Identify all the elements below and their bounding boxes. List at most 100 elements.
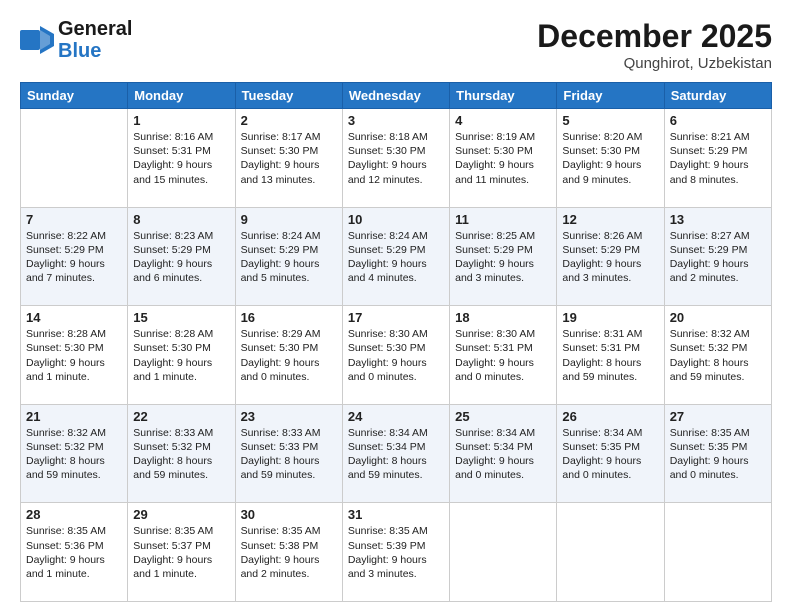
calendar-cell bbox=[21, 109, 128, 208]
calendar-cell: 14 Sunrise: 8:28 AMSunset: 5:30 PMDayligh… bbox=[21, 306, 128, 405]
page: General Blue December 2025 Qunghirot, Uz… bbox=[0, 0, 792, 612]
calendar-cell: 10 Sunrise: 8:24 AMSunset: 5:29 PMDayligh… bbox=[342, 207, 449, 306]
day-number: 8 bbox=[133, 212, 229, 227]
cell-info: Sunrise: 8:25 AMSunset: 5:29 PMDaylight:… bbox=[455, 229, 551, 286]
day-number: 18 bbox=[455, 310, 551, 325]
day-number: 2 bbox=[241, 113, 337, 128]
day-number: 1 bbox=[133, 113, 229, 128]
day-number: 11 bbox=[455, 212, 551, 227]
calendar-cell bbox=[557, 503, 664, 602]
calendar-cell: 6 Sunrise: 8:21 AMSunset: 5:29 PMDaylight… bbox=[664, 109, 771, 208]
calendar-cell: 9 Sunrise: 8:24 AMSunset: 5:29 PMDaylight… bbox=[235, 207, 342, 306]
logo-blue: Blue bbox=[58, 40, 132, 62]
day-number: 10 bbox=[348, 212, 444, 227]
day-number: 24 bbox=[348, 409, 444, 424]
day-number: 28 bbox=[26, 507, 122, 522]
calendar-cell: 31Sunrise: 8:35 AMSunset: 5:39 PMDayligh… bbox=[342, 503, 449, 602]
week-row-4: 21 Sunrise: 8:32 AMSunset: 5:32 PMDayligh… bbox=[21, 404, 772, 503]
cell-info: Sunrise: 8:24 AMSunset: 5:29 PMDaylight:… bbox=[241, 229, 337, 286]
calendar-cell: 17Sunrise: 8:30 AMSunset: 5:30 PMDayligh… bbox=[342, 306, 449, 405]
weekday-header-monday: Monday bbox=[128, 83, 235, 109]
cell-info: Sunrise: 8:34 AMSunset: 5:34 PMDaylight:… bbox=[455, 426, 551, 483]
calendar-cell: 1 Sunrise: 8:16 AMSunset: 5:31 PMDaylight… bbox=[128, 109, 235, 208]
day-number: 5 bbox=[562, 113, 658, 128]
calendar-cell: 16Sunrise: 8:29 AMSunset: 5:30 PMDayligh… bbox=[235, 306, 342, 405]
cell-info: Sunrise: 8:32 AMSunset: 5:32 PMDaylight:… bbox=[670, 327, 766, 384]
cell-info: Sunrise: 8:32 AMSunset: 5:32 PMDaylight:… bbox=[26, 426, 122, 483]
day-number: 14 bbox=[26, 310, 122, 325]
header: General Blue December 2025 Qunghirot, Uz… bbox=[20, 18, 772, 72]
cell-info: Sunrise: 8:21 AMSunset: 5:29 PMDaylight:… bbox=[670, 130, 766, 187]
week-row-5: 28 Sunrise: 8:35 AMSunset: 5:36 PMDayligh… bbox=[21, 503, 772, 602]
day-number: 9 bbox=[241, 212, 337, 227]
day-number: 23 bbox=[241, 409, 337, 424]
calendar-cell: 5 Sunrise: 8:20 AMSunset: 5:30 PMDaylight… bbox=[557, 109, 664, 208]
weekday-header-tuesday: Tuesday bbox=[235, 83, 342, 109]
week-row-1: 1 Sunrise: 8:16 AMSunset: 5:31 PMDaylight… bbox=[21, 109, 772, 208]
calendar-cell: 28 Sunrise: 8:35 AMSunset: 5:36 PMDayligh… bbox=[21, 503, 128, 602]
calendar-cell: 27 Sunrise: 8:35 AMSunset: 5:35 PMDayligh… bbox=[664, 404, 771, 503]
cell-info: Sunrise: 8:16 AMSunset: 5:31 PMDaylight:… bbox=[133, 130, 229, 187]
cell-info: Sunrise: 8:35 AMSunset: 5:36 PMDaylight:… bbox=[26, 524, 122, 581]
calendar-cell bbox=[450, 503, 557, 602]
cell-info: Sunrise: 8:34 AMSunset: 5:34 PMDaylight:… bbox=[348, 426, 444, 483]
weekday-header-wednesday: Wednesday bbox=[342, 83, 449, 109]
day-number: 3 bbox=[348, 113, 444, 128]
weekday-header-sunday: Sunday bbox=[21, 83, 128, 109]
calendar-cell: 11 Sunrise: 8:25 AMSunset: 5:29 PMDayligh… bbox=[450, 207, 557, 306]
calendar-cell: 12 Sunrise: 8:26 AMSunset: 5:29 PMDayligh… bbox=[557, 207, 664, 306]
calendar-cell: 13 Sunrise: 8:27 AMSunset: 5:29 PMDayligh… bbox=[664, 207, 771, 306]
day-number: 7 bbox=[26, 212, 122, 227]
day-number: 19 bbox=[562, 310, 658, 325]
day-number: 13 bbox=[670, 212, 766, 227]
calendar-cell: 25 Sunrise: 8:34 AMSunset: 5:34 PMDayligh… bbox=[450, 404, 557, 503]
day-number: 30 bbox=[241, 507, 337, 522]
calendar-cell: 15Sunrise: 8:28 AMSunset: 5:30 PMDayligh… bbox=[128, 306, 235, 405]
cell-info: Sunrise: 8:35 AMSunset: 5:35 PMDaylight:… bbox=[670, 426, 766, 483]
calendar-cell: 4 Sunrise: 8:19 AMSunset: 5:30 PMDaylight… bbox=[450, 109, 557, 208]
day-number: 12 bbox=[562, 212, 658, 227]
day-number: 20 bbox=[670, 310, 766, 325]
cell-info: Sunrise: 8:20 AMSunset: 5:30 PMDaylight:… bbox=[562, 130, 658, 187]
weekday-header-saturday: Saturday bbox=[664, 83, 771, 109]
day-number: 4 bbox=[455, 113, 551, 128]
calendar-cell: 22 Sunrise: 8:33 AMSunset: 5:32 PMDayligh… bbox=[128, 404, 235, 503]
calendar-cell: 23Sunrise: 8:33 AMSunset: 5:33 PMDayligh… bbox=[235, 404, 342, 503]
logo-general: General bbox=[58, 18, 132, 40]
title-area: December 2025 Qunghirot, Uzbekistan bbox=[537, 18, 772, 72]
cell-info: Sunrise: 8:29 AMSunset: 5:30 PMDaylight:… bbox=[241, 327, 337, 384]
cell-info: Sunrise: 8:18 AMSunset: 5:30 PMDaylight:… bbox=[348, 130, 444, 187]
calendar-cell: 30 Sunrise: 8:35 AMSunset: 5:38 PMDayligh… bbox=[235, 503, 342, 602]
cell-info: Sunrise: 8:28 AMSunset: 5:30 PMDaylight:… bbox=[133, 327, 229, 384]
cell-info: Sunrise: 8:28 AMSunset: 5:30 PMDaylight:… bbox=[26, 327, 122, 384]
calendar-cell: 18 Sunrise: 8:30 AMSunset: 5:31 PMDayligh… bbox=[450, 306, 557, 405]
cell-info: Sunrise: 8:35 AMSunset: 5:38 PMDaylight:… bbox=[241, 524, 337, 581]
cell-info: Sunrise: 8:35 AMSunset: 5:39 PMDaylight:… bbox=[348, 524, 444, 581]
cell-info: Sunrise: 8:33 AMSunset: 5:32 PMDaylight:… bbox=[133, 426, 229, 483]
calendar-cell: 7Sunrise: 8:22 AMSunset: 5:29 PMDaylight… bbox=[21, 207, 128, 306]
cell-info: Sunrise: 8:26 AMSunset: 5:29 PMDaylight:… bbox=[562, 229, 658, 286]
cell-info: Sunrise: 8:34 AMSunset: 5:35 PMDaylight:… bbox=[562, 426, 658, 483]
cell-info: Sunrise: 8:27 AMSunset: 5:29 PMDaylight:… bbox=[670, 229, 766, 286]
cell-info: Sunrise: 8:30 AMSunset: 5:30 PMDaylight:… bbox=[348, 327, 444, 384]
weekday-header-friday: Friday bbox=[557, 83, 664, 109]
week-row-2: 7Sunrise: 8:22 AMSunset: 5:29 PMDaylight… bbox=[21, 207, 772, 306]
cell-info: Sunrise: 8:30 AMSunset: 5:31 PMDaylight:… bbox=[455, 327, 551, 384]
cell-info: Sunrise: 8:31 AMSunset: 5:31 PMDaylight:… bbox=[562, 327, 658, 384]
week-row-3: 14 Sunrise: 8:28 AMSunset: 5:30 PMDayligh… bbox=[21, 306, 772, 405]
day-number: 25 bbox=[455, 409, 551, 424]
weekday-header-row: SundayMondayTuesdayWednesdayThursdayFrid… bbox=[21, 83, 772, 109]
calendar-cell: 3 Sunrise: 8:18 AMSunset: 5:30 PMDaylight… bbox=[342, 109, 449, 208]
cell-info: Sunrise: 8:23 AMSunset: 5:29 PMDaylight:… bbox=[133, 229, 229, 286]
calendar-cell: 29Sunrise: 8:35 AMSunset: 5:37 PMDayligh… bbox=[128, 503, 235, 602]
day-number: 27 bbox=[670, 409, 766, 424]
calendar-cell: 21 Sunrise: 8:32 AMSunset: 5:32 PMDayligh… bbox=[21, 404, 128, 503]
cell-info: Sunrise: 8:17 AMSunset: 5:30 PMDaylight:… bbox=[241, 130, 337, 187]
logo: General Blue bbox=[20, 18, 132, 62]
month-title: December 2025 bbox=[537, 18, 772, 55]
day-number: 22 bbox=[133, 409, 229, 424]
cell-info: Sunrise: 8:24 AMSunset: 5:29 PMDaylight:… bbox=[348, 229, 444, 286]
day-number: 6 bbox=[670, 113, 766, 128]
cell-info: Sunrise: 8:19 AMSunset: 5:30 PMDaylight:… bbox=[455, 130, 551, 187]
day-number: 21 bbox=[26, 409, 122, 424]
